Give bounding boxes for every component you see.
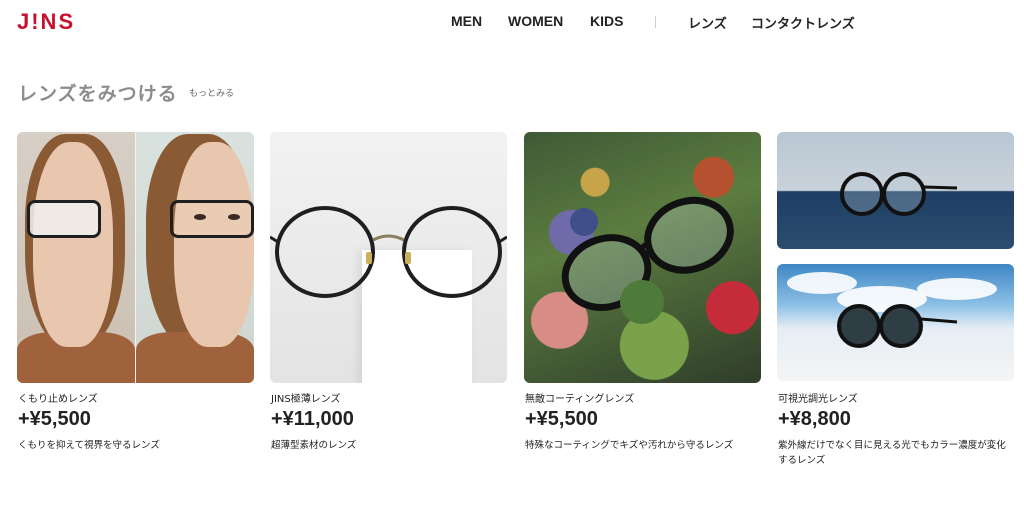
tinted-glasses-icon [837, 304, 958, 348]
round-glasses-icon [270, 206, 507, 298]
section-title: レンズをみつける [18, 83, 178, 105]
clear-glasses [170, 200, 254, 238]
nav-women[interactable]: WOMEN [508, 13, 563, 29]
card-image[interactable] [270, 132, 507, 383]
see-more-link[interactable]: もっとみる [189, 86, 234, 99]
clear-glasses-icon [840, 172, 958, 216]
card-title[interactable]: 可視光調光レンズ [778, 390, 858, 405]
card-price: +¥8,800 [778, 408, 851, 430]
nav-men[interactable]: MEN [451, 13, 482, 29]
card-image[interactable] [17, 132, 254, 383]
lens-card-coating[interactable]: 無敵コーティングレンズ +¥5,500 特殊なコーティングでキズや汚れから守るレ… [524, 132, 761, 451]
nav-kids[interactable]: KIDS [590, 13, 623, 29]
lens-card-photochromic[interactable]: 可視光調光レンズ +¥8,800 紫外線だけでなく目に見える光でもカラー濃度が変… [777, 132, 1014, 466]
image-scene-sky [777, 264, 1014, 381]
card-description: 紫外線だけでなく目に見える光でもカラー濃度が変化するレンズ [778, 440, 1006, 466]
nav-divider [655, 16, 656, 28]
main-nav: MEN WOMEN KIDS レンズ コンタクトレンズ [0, 13, 1024, 33]
image-panel-left [17, 132, 135, 383]
image-scene-sea [777, 132, 1014, 249]
card-title[interactable]: JINS極薄レンズ [271, 390, 341, 405]
card-price: +¥11,000 [271, 408, 354, 430]
card-description: くもりを抑えて視界を守るレンズ [18, 440, 160, 451]
lens-card-antifog[interactable]: くもり止めレンズ +¥5,500 くもりを抑えて視界を守るレンズ [17, 132, 254, 451]
card-title[interactable]: くもり止めレンズ [18, 390, 98, 405]
nav-contact-lens[interactable]: コンタクトレンズ [751, 13, 855, 32]
glasses-in-flowers-icon [561, 196, 734, 324]
card-image[interactable] [524, 132, 761, 383]
card-price: +¥5,500 [525, 408, 598, 430]
card-title[interactable]: 無敵コーティングレンズ [525, 390, 634, 405]
card-description: 特殊なコーティングでキズや汚れから守るレンズ [525, 440, 734, 451]
site-header: J!NS MEN WOMEN KIDS レンズ コンタクトレンズ [0, 0, 1024, 44]
card-image[interactable] [777, 132, 1014, 383]
card-description: 超薄型素材のレンズ [271, 440, 357, 451]
lens-card-ultrathin[interactable]: JINS極薄レンズ +¥11,000 超薄型素材のレンズ [270, 132, 507, 451]
fogged-glasses [27, 200, 101, 238]
nav-lens[interactable]: レンズ [688, 13, 727, 32]
card-price: +¥5,500 [18, 408, 91, 430]
image-panel-right [136, 132, 254, 383]
